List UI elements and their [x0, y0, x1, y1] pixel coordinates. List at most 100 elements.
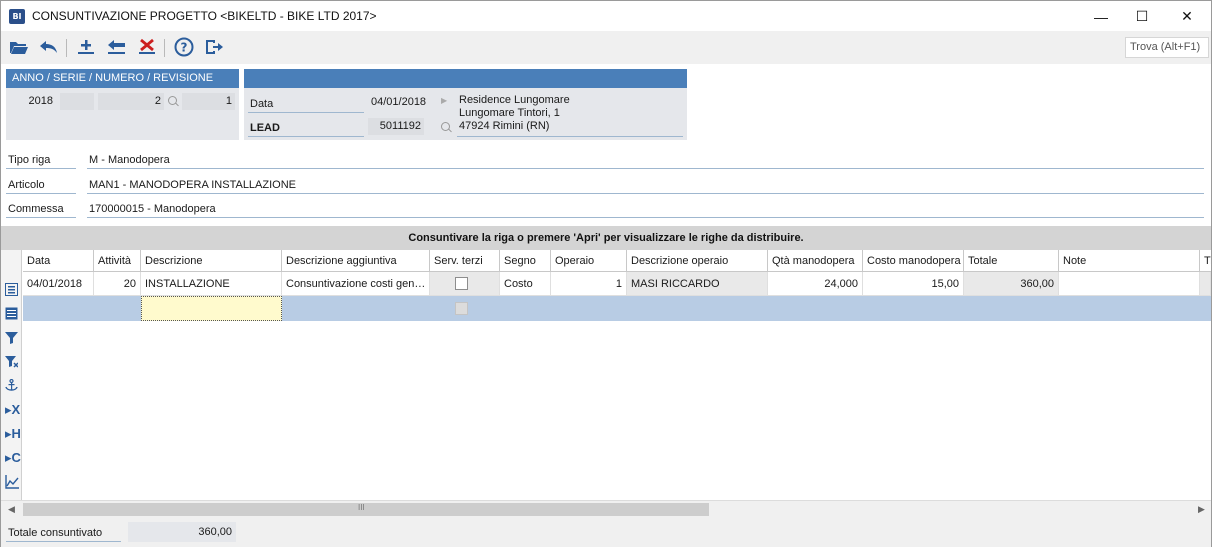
- add-row-icon[interactable]: [73, 35, 99, 59]
- column-x-icon[interactable]: ▸X: [5, 403, 20, 417]
- search-lead-icon[interactable]: [441, 122, 450, 131]
- commessa-underline: [87, 217, 1204, 218]
- find-search-box[interactable]: Trova (Alt+F1): [1125, 37, 1209, 58]
- scroll-left-icon[interactable]: ◀: [8, 504, 15, 515]
- table-cell-totale[interactable]: 360,00: [964, 272, 1059, 296]
- serv-terzi-checkbox-new[interactable]: [455, 302, 468, 315]
- delete-icon[interactable]: [134, 35, 160, 59]
- minimize-button[interactable]: —: [1078, 1, 1124, 32]
- col-header-descrizione-operaio[interactable]: Descrizione operaio: [627, 250, 768, 272]
- tipo-riga-row: Tipo riga M - Manodopera: [1, 148, 1212, 172]
- data-grid: ▸X ▸H ▸C Data Attività Descrizione Descr…: [1, 250, 1211, 547]
- col-header-serv-terzi[interactable]: Serv. terzi: [430, 250, 500, 272]
- commessa-field[interactable]: 170000015 - Manodopera: [89, 203, 216, 215]
- info-banner: Consuntivare la riga o premere 'Apri' pe…: [1, 226, 1211, 250]
- col-header-descrizione[interactable]: Descrizione: [141, 250, 282, 272]
- table-cell-attivita[interactable]: 20: [94, 272, 141, 296]
- anno-field[interactable]: 2018: [8, 93, 56, 110]
- main-form: ANNO / SERIE / NUMERO / REVISIONE 2018 2…: [0, 64, 1212, 547]
- serv-terzi-checkbox[interactable]: [455, 277, 468, 290]
- totale-label-underline: [6, 541, 121, 542]
- document-info-header: [244, 69, 687, 88]
- serie-field[interactable]: [60, 93, 94, 110]
- table-cell-qta-manodopera[interactable]: 24,000: [768, 272, 863, 296]
- col-header-note[interactable]: Note: [1059, 250, 1200, 272]
- table-cell-descrizione-aggiuntiva[interactable]: Consuntivazione costi gen…: [282, 272, 430, 296]
- lead-value[interactable]: 5011192: [368, 118, 424, 135]
- table-cell-operaio[interactable]: 1: [551, 272, 627, 296]
- svg-text:?: ?: [181, 41, 188, 55]
- lead-label-underline: [248, 136, 364, 137]
- tipo-riga-field[interactable]: M - Manodopera: [89, 154, 170, 166]
- footer: Totale consuntivato 360,00: [1, 517, 1211, 547]
- horizontal-scrollbar[interactable]: ◀ III ▶: [1, 500, 1211, 517]
- exit-icon[interactable]: [201, 35, 227, 59]
- document-key-panel: 2018 2 1: [6, 88, 239, 140]
- chart-icon[interactable]: [5, 475, 19, 489]
- col-header-ti[interactable]: Ti: [1200, 250, 1211, 272]
- scrollbar-thumb[interactable]: III: [23, 503, 709, 516]
- table-icon[interactable]: [5, 307, 18, 321]
- commessa-label-underline: [6, 217, 76, 218]
- table-cell-ti[interactable]: [1200, 272, 1211, 296]
- filter-icon[interactable]: [5, 331, 18, 345]
- anchor-icon[interactable]: [5, 378, 18, 393]
- table-cell-serv-terzi: [430, 272, 500, 296]
- table-cell-descrizione-operaio[interactable]: MASI RICCARDO: [627, 272, 768, 296]
- close-button[interactable]: ✕: [1164, 1, 1210, 32]
- help-icon[interactable]: ?: [171, 35, 197, 59]
- commessa-label: Commessa: [8, 203, 64, 215]
- address-line2: Lungomare Tintori, 1: [459, 107, 560, 119]
- title-bar: BI CONSUNTIVAZIONE PROGETTO <BIKELTD - B…: [0, 0, 1212, 31]
- articolo-label: Articolo: [8, 179, 45, 191]
- list-icon[interactable]: [5, 283, 18, 297]
- data-label-underline: [248, 112, 364, 113]
- col-header-costo-manodopera[interactable]: Costo manodopera: [863, 250, 964, 272]
- open-folder-icon[interactable]: [6, 35, 32, 59]
- maximize-button[interactable]: ☐: [1119, 1, 1165, 32]
- arrow-right-icon: ▶: [441, 96, 448, 105]
- col-header-operaio[interactable]: Operaio: [551, 250, 627, 272]
- column-c-icon[interactable]: ▸C: [5, 451, 21, 465]
- numero-field[interactable]: 2: [98, 93, 164, 110]
- toolbar-separator: [164, 39, 165, 57]
- scrollbar-grip: III: [358, 503, 365, 512]
- col-header-data[interactable]: Data: [23, 250, 94, 272]
- address-line3: 47924 Rimini (RN): [459, 120, 550, 132]
- lead-label: LEAD: [250, 122, 280, 134]
- return-icon[interactable]: [104, 35, 130, 59]
- col-header-qta-manodopera[interactable]: Qtà manodopera: [768, 250, 863, 272]
- data-value[interactable]: 04/01/2018: [371, 96, 426, 108]
- tipo-riga-label: Tipo riga: [8, 154, 51, 166]
- articolo-underline: [87, 193, 1204, 194]
- col-header-totale[interactable]: Totale: [964, 250, 1059, 272]
- col-header-segno[interactable]: Segno: [500, 250, 551, 272]
- revisione-field[interactable]: 1: [182, 93, 235, 110]
- active-cell-descrizione[interactable]: [141, 296, 282, 321]
- scroll-right-icon[interactable]: ▶: [1198, 504, 1205, 515]
- col-header-attivita[interactable]: Attività: [94, 250, 141, 272]
- address-underline: [457, 136, 683, 137]
- search-numero-icon[interactable]: [168, 96, 177, 105]
- tipo-riga-label-underline: [6, 168, 76, 169]
- undo-icon[interactable]: [36, 35, 62, 59]
- col-header-descrizione-aggiuntiva[interactable]: Descrizione aggiuntiva: [282, 250, 430, 272]
- data-label: Data: [250, 98, 274, 110]
- table-cell-segno[interactable]: Costo: [500, 272, 551, 296]
- table-cell-costo-manodopera[interactable]: 15,00: [863, 272, 964, 296]
- tipo-riga-underline: [87, 168, 1204, 169]
- grid-side-toolbar: ▸X ▸H ▸C: [1, 250, 22, 514]
- toolbar-separator: [66, 39, 67, 57]
- totale-consuntivato-value: 360,00: [128, 522, 236, 542]
- articolo-field[interactable]: MAN1 - MANODOPERA INSTALLAZIONE: [89, 179, 296, 191]
- table-cell-data[interactable]: 04/01/2018: [23, 272, 94, 296]
- commessa-row: Commessa 170000015 - Manodopera: [1, 197, 1212, 221]
- document-info-panel: Data 04/01/2018 ▶ LEAD 5011192 Residence…: [244, 88, 687, 140]
- filter-clear-icon[interactable]: [5, 355, 19, 369]
- totale-consuntivato-label: Totale consuntivato: [8, 527, 103, 539]
- column-h-icon[interactable]: ▸H: [5, 427, 21, 441]
- window-title: CONSUNTIVAZIONE PROGETTO <BIKELTD - BIKE…: [32, 9, 377, 23]
- articolo-row: Articolo MAN1 - MANODOPERA INSTALLAZIONE: [1, 173, 1212, 197]
- table-cell-note[interactable]: [1059, 272, 1200, 296]
- table-cell-descrizione[interactable]: INSTALLAZIONE: [141, 272, 282, 296]
